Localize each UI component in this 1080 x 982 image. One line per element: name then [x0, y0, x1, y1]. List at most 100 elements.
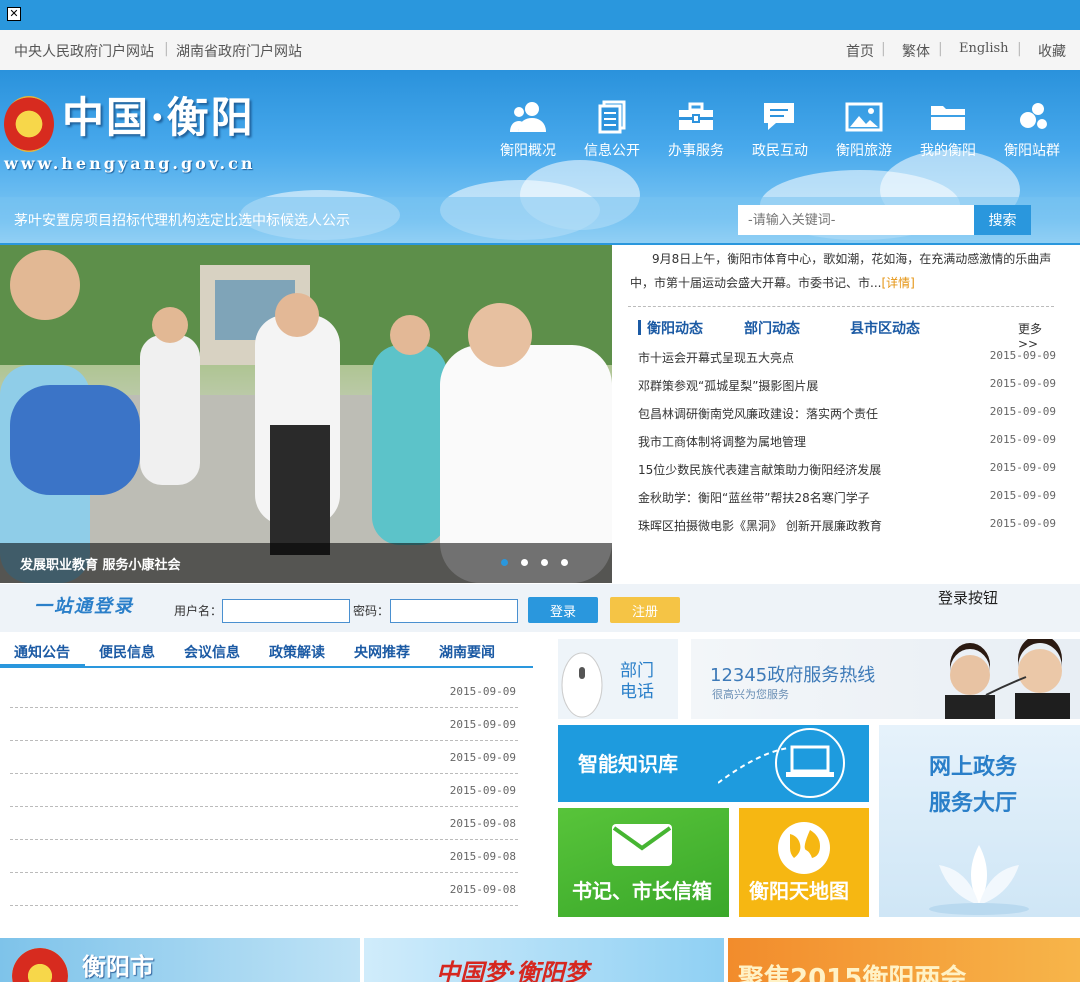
list-item[interactable]: 2015-09-08	[10, 873, 518, 906]
chat-icon	[764, 103, 794, 130]
link-english[interactable]: English	[959, 41, 1009, 56]
news-title[interactable]: 邓群策参观“孤城星梨”摄影图片展	[638, 379, 818, 393]
password-input[interactable]	[390, 599, 518, 623]
list-item[interactable]: 2015-09-09	[10, 774, 518, 807]
slider-dot-4[interactable]	[561, 559, 568, 566]
divider	[628, 306, 1054, 307]
banner-china-dream-label: 中国梦·衡阳梦	[436, 958, 589, 982]
link-traditional[interactable]: 繁体	[902, 41, 930, 61]
tab-notices[interactable]: 通知公告	[14, 642, 70, 662]
folder-icon	[931, 106, 965, 130]
map-tile[interactable]: 衡阳天地图	[739, 808, 869, 917]
news-item[interactable]: 包昌林调研衡南党风廉政建设：落实两个责任 2015-09-09	[638, 405, 1056, 422]
search-button[interactable]: 搜索	[974, 205, 1031, 235]
news-title[interactable]: 市十运会开幕式呈现五大亮点	[638, 351, 794, 365]
banner-two-sessions-label: 聚焦2015衡阳两会	[738, 964, 967, 982]
nav-label: 衡阳站群	[1004, 143, 1060, 159]
nav-label: 信息公开	[584, 143, 640, 159]
separator: |	[164, 41, 169, 57]
list-item[interactable]: 2015-09-08	[10, 807, 518, 840]
mouse-phone-icon	[561, 652, 603, 718]
online-gov-hall-tile[interactable]: 网上政务 服务大厅	[879, 725, 1080, 917]
list-date: 2015-09-09	[449, 718, 516, 731]
login-image-alt[interactable]: 登录按钮	[938, 587, 998, 608]
tab-dept-news[interactable]: 部门动态	[744, 318, 800, 338]
nav-services[interactable]: 办事服务	[656, 100, 736, 160]
tab-public-info[interactable]: 便民信息	[99, 642, 155, 662]
nav-info-public[interactable]: 信息公开	[572, 100, 652, 160]
tab-marker	[638, 320, 641, 335]
search-input[interactable]	[738, 205, 974, 235]
mailbox-tile[interactable]: 书记、市长信箱	[558, 808, 729, 917]
list-item[interactable]: 2015-09-09	[10, 741, 518, 774]
envelope-icon	[612, 824, 672, 866]
close-icon[interactable]: ✕	[7, 7, 21, 21]
banner-two-sessions[interactable]: 聚焦2015衡阳两会	[728, 938, 1080, 982]
picture-icon	[845, 102, 883, 132]
news-item[interactable]: 邓群策参观“孤城星梨”摄影图片展 2015-09-09	[638, 377, 1056, 394]
banner-hengyang-label: 衡阳市	[82, 952, 154, 981]
notice-tabs: 通知公告 便民信息 会议信息 政策解读 央网推荐 湖南要闻	[0, 633, 533, 668]
list-item[interactable]: 2015-09-09	[10, 708, 518, 741]
detail-link[interactable]: [详情]	[881, 276, 914, 290]
news-title[interactable]: 15位少数民族代表建言献策助力衡阳经济发展	[638, 463, 881, 477]
nav-site-group[interactable]: 衡阳站群	[992, 100, 1072, 160]
slider-dot-2[interactable]	[521, 559, 528, 566]
list-date: 2015-09-09	[449, 784, 516, 797]
nav-label: 办事服务	[668, 143, 724, 159]
news-title[interactable]: 我市工商体制将调整为属地管理	[638, 435, 806, 449]
online-gov-hall-label: 网上政务 服务大厅	[929, 754, 1018, 816]
link-bar: 中央人民政府门户网站 | 湖南省政府门户网站 首页 | 繁体 | English…	[0, 30, 1080, 70]
nav-label: 衡阳概况	[500, 143, 556, 159]
hotline-tile[interactable]: 12345政府服务热线 很高兴为您服务	[691, 639, 1080, 719]
slider-caption: 发展职业教育 服务小康社会	[0, 543, 612, 583]
login-button[interactable]: 登录	[528, 597, 598, 623]
nav-my-hengyang[interactable]: 我的衡阳	[908, 100, 988, 160]
news-item[interactable]: 我市工商体制将调整为属地管理 2015-09-09	[638, 433, 1056, 450]
banner-hengyang[interactable]: 衡阳市	[0, 938, 360, 982]
photo-slider[interactable]: 发展职业教育 服务小康社会	[0, 245, 612, 583]
lotus-icon	[929, 845, 1029, 915]
link-home[interactable]: 首页	[846, 41, 874, 61]
news-item[interactable]: 15位少数民族代表建言献策助力衡阳经济发展 2015-09-09	[638, 461, 1056, 478]
tab-county-news[interactable]: 县市区动态	[850, 318, 920, 338]
list-item[interactable]: 2015-09-09	[10, 675, 518, 708]
list-item[interactable]: 2015-09-08	[10, 840, 518, 873]
search-bar: 茅叶安置房项目招标代理机构选定比选中标候选人公示 搜索	[0, 197, 1080, 243]
username-input[interactable]	[222, 599, 350, 623]
news-title[interactable]: 包昌林调研衡南党风廉政建设：落实两个责任	[638, 407, 878, 421]
dept-phone-tile[interactable]: 部门 电话	[558, 639, 678, 719]
tab-central-picks[interactable]: 央网推荐	[354, 642, 410, 662]
slider-dot-3[interactable]	[541, 559, 548, 566]
tab-meetings[interactable]: 会议信息	[184, 642, 240, 662]
slider-caption-text[interactable]: 发展职业教育 服务小康社会	[20, 554, 181, 573]
register-button[interactable]: 注册	[610, 597, 680, 623]
password-label: 密码：	[353, 604, 390, 618]
site-logo-url: www.hengyang.gov.cn	[4, 154, 256, 173]
news-item[interactable]: 市十运会开幕式呈现五大亮点 2015-09-09	[638, 349, 1056, 366]
news-date: 2015-09-09	[989, 489, 1056, 502]
nav-overview[interactable]: 衡阳概况	[488, 100, 568, 160]
banner-china-dream[interactable]: 中国梦·衡阳梦	[364, 938, 724, 982]
news-item[interactable]: 珠晖区拍摄微电影《黑洞》 创新开展廉政教育 2015-09-09	[638, 517, 1056, 534]
nav-tourism[interactable]: 衡阳旅游	[824, 100, 904, 160]
nav-interaction[interactable]: 政民互动	[740, 100, 820, 160]
slider-dot-1[interactable]	[501, 559, 508, 566]
link-hunan-gov[interactable]: 湖南省政府门户网站	[176, 41, 302, 61]
national-emblem-icon	[4, 96, 54, 152]
news-date: 2015-09-09	[989, 377, 1056, 390]
news-title[interactable]: 金秋助学：衡阳“蓝丝带”帮扶28名寒门学子	[638, 491, 870, 505]
tab-hengyang-news[interactable]: 衡阳动态	[647, 318, 703, 338]
link-bookmark[interactable]: 收藏	[1038, 41, 1066, 61]
network-icon	[1020, 103, 1047, 129]
link-central-gov[interactable]: 中央人民政府门户网站	[14, 41, 154, 61]
scrolling-notice[interactable]: 茅叶安置房项目招标代理机构选定比选中标候选人公示	[14, 210, 350, 230]
tab-policy[interactable]: 政策解读	[269, 642, 325, 662]
news-item[interactable]: 金秋助学：衡阳“蓝丝带”帮扶28名寒门学子 2015-09-09	[638, 489, 1056, 506]
site-logo-title[interactable]: 中国·衡阳	[62, 92, 255, 144]
knowledge-base-tile[interactable]: 智能知识库	[558, 725, 869, 802]
news-title[interactable]: 珠晖区拍摄微电影《黑洞》 创新开展廉政教育	[638, 519, 882, 533]
more-link[interactable]: 更多>>	[1018, 320, 1056, 351]
tab-hunan-news[interactable]: 湖南要闻	[439, 642, 495, 662]
slider-photo	[0, 245, 612, 583]
